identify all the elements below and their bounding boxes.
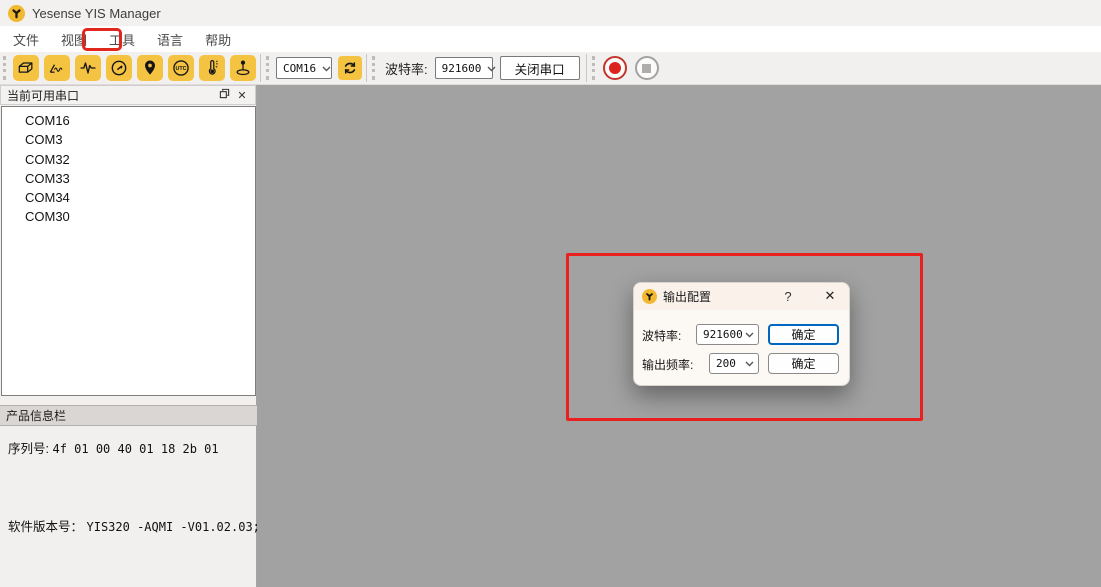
- dialog-app-icon: [642, 289, 657, 304]
- window-title: Yesense YIS Manager: [32, 6, 161, 21]
- refresh-ports-icon: [342, 60, 358, 76]
- serial-number-label: 序列号:: [8, 442, 49, 456]
- freq-confirm-button[interactable]: 确定: [768, 353, 839, 374]
- stop-button[interactable]: [635, 56, 659, 80]
- list-item[interactable]: COM30: [2, 207, 255, 226]
- list-item[interactable]: COM33: [2, 169, 255, 188]
- probe-button[interactable]: [230, 55, 256, 81]
- chevron-down-icon: [745, 357, 754, 370]
- location-pin-icon: [140, 58, 160, 78]
- baud-rate-value: 921600: [442, 62, 482, 75]
- baud-rate-select[interactable]: 921600: [435, 57, 493, 79]
- dialog-baud-label: 波特率:: [642, 327, 681, 344]
- app-logo-icon: [8, 5, 25, 22]
- software-version-label: 软件版本号：: [8, 520, 83, 534]
- dialog-freq-value: 200: [716, 357, 736, 370]
- dock-header: 当前可用串口 ✕: [0, 85, 256, 105]
- toolbar-separator: [260, 54, 261, 82]
- dialog-close-button[interactable]: ✕: [819, 287, 841, 305]
- menu-language[interactable]: 语言: [146, 27, 194, 52]
- toolbar-separator: [366, 54, 367, 82]
- output-config-dialog: 输出配置 ? ✕ 波特率: 921600 确定 输出频率: 200 确定: [633, 282, 850, 386]
- dialog-freq-label: 输出频率:: [642, 356, 693, 373]
- available-ports-list: COM16 COM3 COM32 COM33 COM34 COM30: [1, 106, 256, 396]
- product-info-body: 序列号: 4f 01 00 40 01 18 2b 01 软件版本号： YIS3…: [0, 426, 256, 587]
- com-port-select[interactable]: COM16: [276, 57, 332, 79]
- dialog-baud-value: 921600: [703, 328, 743, 341]
- menu-bar: 文件 视图 工具 语言 帮助: [0, 26, 1101, 52]
- baud-rate-label: 波特率:: [385, 59, 428, 78]
- utc-clock-icon: UTC: [171, 58, 191, 78]
- toolbar-drag-handle[interactable]: [266, 56, 270, 80]
- software-version-value: YIS320 -AQMI -V01.02.03;: [87, 520, 260, 534]
- chevron-down-icon: [745, 328, 754, 341]
- software-version-line: 软件版本号： YIS320 -AQMI -V01.02.03;: [8, 516, 260, 535]
- menu-help[interactable]: 帮助: [194, 27, 242, 52]
- serial-number-value: 4f 01 00 40 01 18 2b 01: [52, 442, 218, 456]
- chevron-down-icon: [322, 62, 331, 75]
- serial-port-dock: 当前可用串口 ✕ COM16 COM3 COM32 COM33 COM34 CO…: [0, 85, 257, 587]
- thermometer-icon: [202, 58, 222, 78]
- record-icon: [609, 62, 621, 74]
- app-window: Yesense YIS Manager 文件 视图 工具 语言 帮助: [0, 0, 1101, 587]
- dock-title: 当前可用串口: [7, 87, 215, 104]
- toolbar-separator: [586, 54, 587, 82]
- waveform-plot-button[interactable]: [75, 55, 101, 81]
- toolbar-drag-handle[interactable]: [592, 56, 596, 80]
- menu-view[interactable]: 视图: [50, 27, 98, 52]
- product-info-header: 产品信息栏: [0, 405, 257, 426]
- float-panel-button[interactable]: [215, 87, 233, 103]
- list-item[interactable]: COM34: [2, 188, 255, 207]
- product-info-title: 产品信息栏: [6, 407, 66, 424]
- float-window-icon: [219, 86, 230, 104]
- baud-confirm-button[interactable]: 确定: [768, 324, 839, 345]
- temperature-button[interactable]: [199, 55, 225, 81]
- cube-3d-icon: [16, 58, 36, 78]
- dialog-title: 输出配置: [663, 288, 841, 305]
- pressure-probe-icon: [233, 58, 253, 78]
- title-bar: Yesense YIS Manager: [0, 0, 1101, 26]
- menu-tools[interactable]: 工具: [98, 27, 146, 52]
- chevron-down-icon: [487, 62, 496, 75]
- close-serial-port-button[interactable]: 关闭串口: [500, 56, 580, 80]
- location-button[interactable]: [137, 55, 163, 81]
- gauge-button[interactable]: [106, 55, 132, 81]
- svg-text:UTC: UTC: [175, 66, 186, 72]
- angle-plot-button[interactable]: [44, 55, 70, 81]
- close-panel-button[interactable]: ✕: [233, 87, 251, 103]
- close-icon: ✕: [237, 89, 246, 102]
- dialog-help-button[interactable]: ?: [779, 287, 797, 305]
- list-item[interactable]: COM3: [2, 130, 255, 149]
- menu-file[interactable]: 文件: [2, 27, 50, 52]
- com-port-value: COM16: [283, 62, 316, 75]
- list-item[interactable]: COM32: [2, 150, 255, 169]
- toolbar: UTC COM16: [0, 52, 1101, 85]
- list-item[interactable]: COM16: [2, 111, 255, 130]
- angle-wave-icon: [47, 58, 67, 78]
- gauge-icon: [109, 58, 129, 78]
- utc-time-button[interactable]: UTC: [168, 55, 194, 81]
- serial-number-line: 序列号: 4f 01 00 40 01 18 2b 01: [8, 438, 219, 457]
- stop-icon: [642, 64, 651, 73]
- record-button[interactable]: [603, 56, 627, 80]
- dialog-title-bar: 输出配置: [634, 283, 849, 310]
- refresh-ports-button[interactable]: [338, 56, 362, 80]
- 3d-view-button[interactable]: [13, 55, 39, 81]
- waveform-icon: [78, 58, 98, 78]
- dialog-freq-select[interactable]: 200: [709, 353, 759, 374]
- toolbar-drag-handle[interactable]: [3, 56, 7, 80]
- toolbar-drag-handle[interactable]: [372, 56, 376, 80]
- dialog-baud-select[interactable]: 921600: [696, 324, 759, 345]
